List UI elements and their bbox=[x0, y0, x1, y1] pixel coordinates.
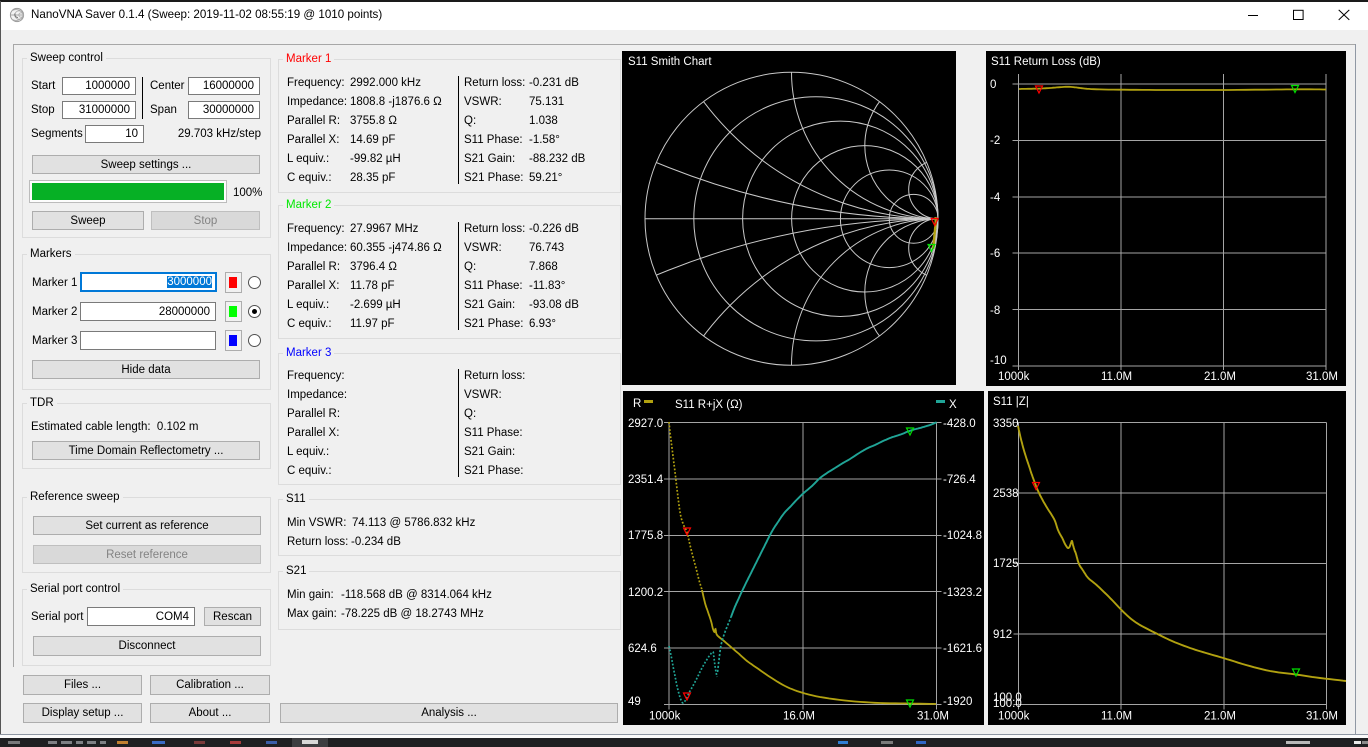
svg-text:2927.0: 2927.0 bbox=[628, 418, 663, 430]
svg-text:S11 Smith Chart: S11 Smith Chart bbox=[628, 56, 712, 68]
svg-text:31.0M: 31.0M bbox=[1306, 371, 1338, 383]
svg-text:-6: -6 bbox=[990, 248, 1000, 260]
svg-text:2538: 2538 bbox=[993, 488, 1019, 500]
svg-text:31.0M: 31.0M bbox=[917, 711, 949, 723]
svg-text:912: 912 bbox=[993, 629, 1012, 641]
svg-text:1000k: 1000k bbox=[998, 371, 1030, 383]
svg-text:X: X bbox=[949, 399, 957, 411]
svg-text:-10: -10 bbox=[990, 355, 1007, 367]
svg-text:1775.8: 1775.8 bbox=[628, 530, 663, 542]
svg-text:11.0M: 11.0M bbox=[1101, 371, 1132, 383]
svg-text:S11 Return Loss (dB): S11 Return Loss (dB) bbox=[991, 56, 1101, 68]
svg-text:624.6: 624.6 bbox=[628, 643, 657, 655]
svg-text:R: R bbox=[633, 398, 641, 410]
svg-text:-4: -4 bbox=[990, 192, 1001, 204]
svg-text:100.0: 100.0 bbox=[993, 698, 1022, 710]
svg-text:2351.4: 2351.4 bbox=[628, 474, 664, 486]
svg-text:3350: 3350 bbox=[993, 418, 1019, 430]
svg-text:49: 49 bbox=[628, 696, 641, 708]
svg-text:-428.0: -428.0 bbox=[943, 418, 976, 430]
svg-text:-1024.8: -1024.8 bbox=[943, 530, 982, 542]
svg-text:11.0M: 11.0M bbox=[1101, 711, 1132, 723]
svg-text:-8: -8 bbox=[990, 305, 1000, 317]
svg-text:-1621.6: -1621.6 bbox=[943, 643, 982, 655]
svg-text:21.0M: 21.0M bbox=[1204, 711, 1236, 723]
svg-text:-2: -2 bbox=[990, 135, 1000, 147]
svg-text:31.0M: 31.0M bbox=[1306, 711, 1338, 723]
svg-text:1725: 1725 bbox=[993, 558, 1019, 570]
svg-text:0: 0 bbox=[990, 79, 996, 91]
svg-text:1000k: 1000k bbox=[649, 711, 681, 723]
svg-text:16.0M: 16.0M bbox=[783, 711, 815, 723]
svg-text:-1323.2: -1323.2 bbox=[943, 587, 982, 599]
svg-text:21.0M: 21.0M bbox=[1204, 371, 1236, 383]
svg-text:1200.2: 1200.2 bbox=[628, 587, 663, 599]
svg-text:-726.4: -726.4 bbox=[943, 474, 976, 486]
svg-text:S11 |Z|: S11 |Z| bbox=[993, 396, 1029, 408]
svg-text:S11 R+jX (Ω): S11 R+jX (Ω) bbox=[675, 399, 743, 411]
svg-text:1000k: 1000k bbox=[998, 711, 1030, 723]
svg-text:-1920: -1920 bbox=[943, 696, 972, 708]
